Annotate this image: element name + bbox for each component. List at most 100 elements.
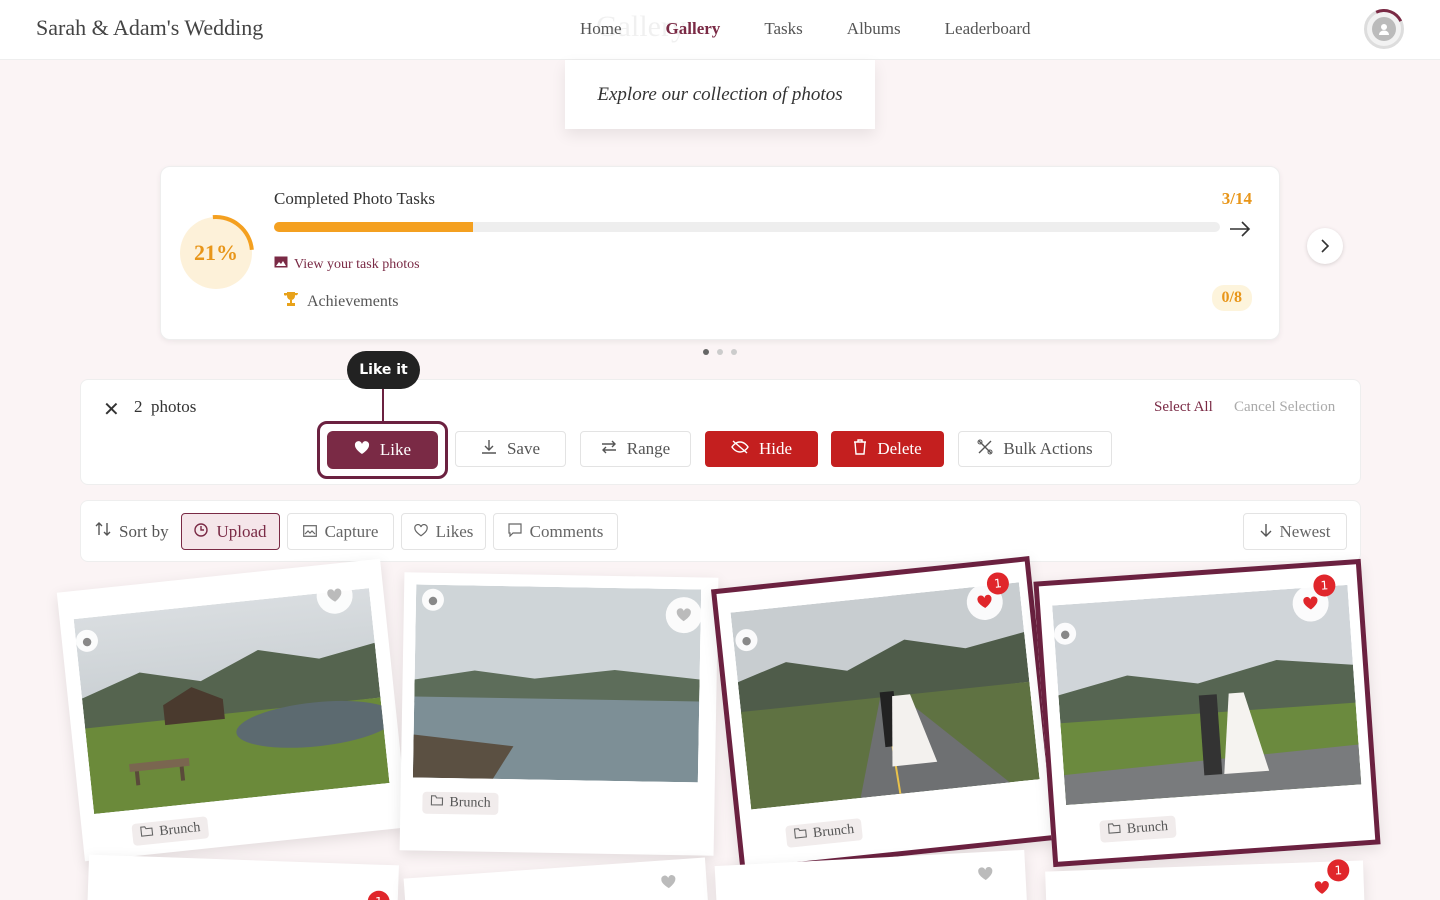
photo-card[interactable]: 1 bbox=[1045, 858, 1365, 900]
heart-icon bbox=[354, 440, 370, 460]
folder-icon bbox=[430, 795, 444, 811]
carousel-next-button[interactable] bbox=[1307, 228, 1343, 264]
folder-icon bbox=[140, 825, 155, 842]
folder-icon bbox=[1107, 822, 1121, 839]
tasks-progress-bar bbox=[274, 222, 1220, 232]
nav-home[interactable]: Home bbox=[580, 19, 622, 39]
photo-tasks-card: 21% Completed Photo Tasks 3/14 View your… bbox=[160, 166, 1280, 340]
user-avatar[interactable] bbox=[1358, 3, 1410, 55]
like-button[interactable]: Like bbox=[327, 431, 438, 469]
sort-upload-label: Upload bbox=[216, 521, 267, 541]
hide-button-label: Hide bbox=[758, 439, 793, 458]
achievements-count: 0/8 bbox=[1211, 285, 1252, 311]
progress-arc bbox=[162, 199, 270, 307]
clock-icon bbox=[194, 522, 209, 542]
progress-circle: 21% bbox=[162, 199, 270, 307]
photo-card[interactable]: ● Brunch bbox=[56, 558, 409, 862]
sort-upload-option[interactable]: Upload bbox=[181, 513, 280, 550]
nav-gallery[interactable]: Gallery bbox=[666, 19, 721, 39]
heart-icon bbox=[978, 867, 993, 880]
heart-icon bbox=[977, 594, 992, 608]
trophy-icon bbox=[283, 291, 299, 312]
album-tag[interactable]: Brunch bbox=[1099, 815, 1177, 843]
heart-icon bbox=[1314, 881, 1329, 894]
view-task-photos-link[interactable]: View your task photos bbox=[274, 256, 420, 273]
carousel-dots bbox=[703, 349, 737, 355]
nav-albums[interactable]: Albums bbox=[847, 19, 901, 39]
heart-icon bbox=[1303, 596, 1318, 610]
bulk-actions-button[interactable]: Bulk Actions bbox=[958, 431, 1112, 467]
sort-icon bbox=[95, 521, 111, 542]
arrow-right-icon[interactable] bbox=[1229, 219, 1251, 244]
like-tooltip: Like it bbox=[347, 351, 420, 389]
heart-icon bbox=[661, 875, 676, 889]
nav-tasks[interactable]: Tasks bbox=[764, 19, 802, 39]
sort-toolbar: Sort by Upload Capture Likes Comments Ne… bbox=[80, 500, 1361, 562]
like-count-badge: 1 bbox=[1326, 858, 1350, 882]
delete-button-label: Delete bbox=[877, 439, 922, 458]
carousel-dot[interactable] bbox=[731, 349, 737, 355]
heart-icon bbox=[676, 608, 691, 622]
folder-icon bbox=[793, 827, 808, 844]
image-outline-icon bbox=[302, 522, 317, 542]
main-nav: Home Gallery Tasks Albums Leaderboard bbox=[580, 19, 1075, 39]
sort-capture-label: Capture bbox=[324, 521, 379, 541]
hide-button[interactable]: Hide bbox=[705, 431, 818, 467]
album-tag[interactable]: Brunch bbox=[131, 816, 210, 847]
nav-leaderboard[interactable]: Leaderboard bbox=[945, 19, 1031, 39]
close-selection-icon[interactable]: ✕ bbox=[103, 397, 120, 421]
gallery-subtitle: Explore our collection of photos bbox=[565, 60, 875, 129]
photo-image[interactable] bbox=[73, 588, 390, 815]
top-header: Sarah & Adam's Wedding Gallery Home Gall… bbox=[0, 0, 1440, 60]
sort-comments-label: Comments bbox=[529, 521, 604, 541]
image-icon bbox=[274, 256, 288, 273]
range-button[interactable]: Range bbox=[580, 431, 691, 467]
sort-comments-option[interactable]: Comments bbox=[493, 513, 618, 550]
album-tag-label: Brunch bbox=[1126, 819, 1169, 837]
photo-card[interactable] bbox=[403, 857, 709, 900]
carousel-dot[interactable] bbox=[717, 349, 723, 355]
tasks-title: Completed Photo Tasks bbox=[274, 189, 435, 208]
trash-icon bbox=[853, 438, 867, 460]
like-button-highlight: Like bbox=[317, 421, 448, 479]
eye-off-icon bbox=[731, 439, 749, 459]
selected-count: 2 photos bbox=[134, 397, 196, 417]
tooltip-connector bbox=[382, 389, 384, 422]
sort-by-text: Sort by bbox=[119, 521, 169, 541]
like-count-badge: 1 bbox=[367, 890, 391, 900]
delete-button[interactable]: Delete bbox=[831, 431, 944, 467]
photo-card-selected[interactable]: ● 1 Brunch bbox=[1033, 558, 1381, 868]
album-tag-label: Brunch bbox=[158, 820, 202, 840]
selected-count-number: 2 bbox=[134, 397, 143, 416]
sort-order-button[interactable]: Newest bbox=[1243, 513, 1347, 550]
tools-icon bbox=[977, 439, 993, 460]
heart-like-button[interactable] bbox=[649, 862, 688, 900]
view-task-photos-label: View your task photos bbox=[294, 256, 420, 272]
heart-outline-icon bbox=[413, 522, 428, 542]
photo-card[interactable]: 1 bbox=[87, 854, 399, 900]
album-tag-label: Brunch bbox=[812, 821, 855, 842]
photo-card-selected[interactable]: ● 1 Brunch bbox=[710, 556, 1060, 873]
site-brand[interactable]: Sarah & Adam's Wedding bbox=[36, 15, 263, 41]
sort-capture-option[interactable]: Capture bbox=[287, 513, 394, 550]
photo-card[interactable]: ● Brunch bbox=[399, 572, 719, 856]
heart-icon bbox=[327, 588, 342, 602]
sort-likes-option[interactable]: Likes bbox=[401, 513, 486, 550]
select-all-button[interactable]: Select All bbox=[1154, 399, 1213, 416]
sort-likes-label: Likes bbox=[435, 521, 474, 541]
carousel-dot[interactable] bbox=[703, 349, 709, 355]
comment-icon bbox=[508, 522, 522, 542]
save-button-label: Save bbox=[506, 439, 541, 458]
album-tag[interactable]: Brunch bbox=[422, 791, 499, 815]
cancel-selection-button[interactable]: Cancel Selection bbox=[1234, 399, 1335, 416]
swap-icon bbox=[601, 439, 617, 459]
selected-count-label: photos bbox=[151, 397, 197, 416]
photo-image[interactable] bbox=[412, 584, 702, 783]
tasks-progress-fill bbox=[274, 222, 473, 232]
heart-like-button[interactable] bbox=[966, 855, 1005, 893]
achievements-row[interactable]: Achievements bbox=[283, 291, 399, 312]
album-tag[interactable]: Brunch bbox=[785, 818, 864, 848]
chevron-right-icon bbox=[1321, 239, 1330, 253]
save-button[interactable]: Save bbox=[455, 431, 566, 467]
tasks-count: 3/14 bbox=[1221, 189, 1252, 208]
